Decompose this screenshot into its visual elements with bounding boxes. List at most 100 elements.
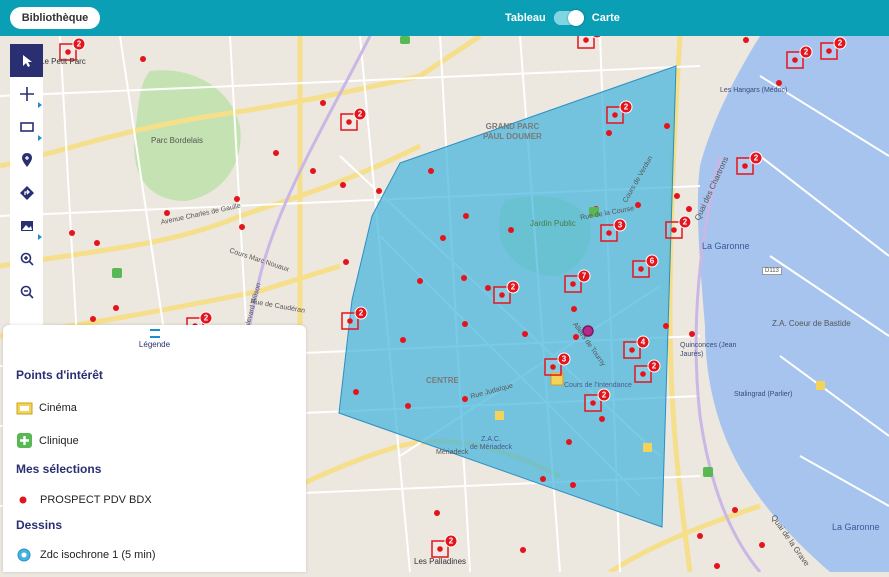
zoom-in-tool[interactable] xyxy=(10,242,43,275)
prospect-point[interactable] xyxy=(405,403,411,409)
cluster-count: 2 xyxy=(359,309,364,318)
prospect-point[interactable] xyxy=(606,130,612,136)
prospect-point[interactable] xyxy=(599,416,605,422)
add-pin-tool[interactable] xyxy=(10,143,43,176)
toggle-label-tableau[interactable]: Tableau xyxy=(505,12,546,24)
prospect-point[interactable] xyxy=(320,100,326,106)
prospect-point[interactable] xyxy=(663,323,669,329)
prospect-point[interactable] xyxy=(234,196,240,202)
prospect-point[interactable] xyxy=(508,227,514,233)
label-la-garonne-2: La Garonne xyxy=(832,522,880,532)
prospect-point[interactable] xyxy=(239,224,245,230)
prospect-point[interactable] xyxy=(69,230,75,236)
legend-item-clinique[interactable]: Clinique xyxy=(16,432,79,449)
prospect-point[interactable] xyxy=(463,213,469,219)
zoom-out-icon xyxy=(20,285,34,299)
prospect-point[interactable] xyxy=(776,80,782,86)
route-icon xyxy=(19,185,34,200)
label-parc-bordelais: Parc Bordelais xyxy=(151,136,204,145)
cinema-poi[interactable] xyxy=(495,411,504,420)
prospect-point[interactable] xyxy=(90,316,96,322)
prospect-point[interactable] xyxy=(140,56,146,62)
prospect-point[interactable] xyxy=(566,439,572,445)
prospect-point[interactable] xyxy=(164,210,170,216)
legend-item-cinema[interactable]: Cinéma xyxy=(16,400,77,415)
switch-knob[interactable] xyxy=(567,10,584,26)
clinic-poi[interactable] xyxy=(703,467,713,477)
label-cours-de-l-intendance: Cours de l'Intendance xyxy=(564,382,632,389)
legend-item-isochrone[interactable]: Zdc isochrone 1 (5 min) xyxy=(16,547,156,563)
prospect-point[interactable] xyxy=(664,123,670,129)
cluster-count: 2 xyxy=(602,391,607,400)
prospect-point[interactable] xyxy=(400,337,406,343)
library-button[interactable]: Bibliothèque xyxy=(10,7,100,29)
prospect-point[interactable] xyxy=(570,482,576,488)
prospect-point[interactable] xyxy=(571,306,577,312)
prospect-point[interactable] xyxy=(340,182,346,188)
label-la-garonne-1: La Garonne xyxy=(702,241,750,251)
prospect-point[interactable] xyxy=(520,547,526,553)
prospect-point[interactable] xyxy=(428,168,434,174)
label-jardin-public: Jardin Public xyxy=(530,219,576,228)
prospect-point[interactable] xyxy=(273,150,279,156)
prospect-point[interactable] xyxy=(113,305,119,311)
prospect-point[interactable] xyxy=(462,396,468,402)
cluster-count: 3 xyxy=(562,355,567,364)
route-tool[interactable] xyxy=(10,176,43,209)
label-meriadeck: Mériadeck xyxy=(436,449,469,456)
label-le-petit-parc: Le Petit Parc xyxy=(40,57,86,66)
toggle-label-carte[interactable]: Carte xyxy=(592,12,620,24)
rectangle-icon xyxy=(19,121,34,132)
prospect-point[interactable] xyxy=(759,542,765,548)
red-dot-icon xyxy=(19,496,27,504)
clinic-icon xyxy=(17,433,32,448)
legend-section-poi: Points d'intérêt xyxy=(16,368,103,382)
cinema-poi[interactable] xyxy=(643,443,652,452)
prospect-point[interactable] xyxy=(689,331,695,337)
prospect-point[interactable] xyxy=(461,275,467,281)
legend-handle-icon xyxy=(149,329,160,338)
label-stalingrad: Stalingrad (Parlier) xyxy=(734,391,793,398)
cinema-icon xyxy=(16,402,33,415)
prospect-point[interactable] xyxy=(310,168,316,174)
prospect-point[interactable] xyxy=(353,389,359,395)
cluster-count: 2 xyxy=(804,48,809,57)
prospect-point[interactable] xyxy=(540,476,546,482)
prospect-point[interactable] xyxy=(743,37,749,43)
prospect-point[interactable] xyxy=(417,278,423,284)
zoom-out-tool[interactable] xyxy=(10,275,43,308)
clinic-poi[interactable] xyxy=(400,36,410,44)
prospect-point[interactable] xyxy=(462,321,468,327)
cluster-count: 2 xyxy=(449,537,454,546)
cinema-poi[interactable] xyxy=(816,381,825,390)
prospect-point[interactable] xyxy=(732,507,738,513)
select-tool[interactable] xyxy=(10,44,43,77)
prospect-point[interactable] xyxy=(434,510,440,516)
prospect-point[interactable] xyxy=(343,259,349,265)
label-zac-meriadeck: Z.A.C. de Mériadeck xyxy=(470,436,513,451)
legend-item-prospect-label: PROSPECT PDV BDX xyxy=(40,494,152,506)
cluster-count: 2 xyxy=(683,218,688,227)
view-toggle[interactable]: Tableau Carte xyxy=(505,8,620,28)
clinic-poi[interactable] xyxy=(112,268,122,278)
rectangle-tool[interactable] xyxy=(10,110,43,143)
legend-item-isochrone-label: Zdc isochrone 1 (5 min) xyxy=(40,549,156,561)
prospect-point[interactable] xyxy=(376,188,382,194)
image-tool[interactable] xyxy=(10,209,43,242)
prospect-point[interactable] xyxy=(485,285,491,291)
prospect-point[interactable] xyxy=(94,240,100,246)
legend-item-prospect[interactable]: PROSPECT PDV BDX xyxy=(16,493,152,507)
prospect-point[interactable] xyxy=(686,206,692,212)
prospect-point[interactable] xyxy=(440,235,446,241)
legend-title: Légende xyxy=(138,340,171,349)
prospect-point[interactable] xyxy=(714,563,720,569)
crosshair-tool[interactable] xyxy=(10,77,43,110)
view-switch[interactable] xyxy=(553,10,584,26)
image-icon xyxy=(20,220,33,231)
label-les-hangars: Les Hangars (Médoc) xyxy=(720,87,788,94)
prospect-point[interactable] xyxy=(635,202,641,208)
prospect-point[interactable] xyxy=(674,193,680,199)
legend-toggle[interactable]: Légende xyxy=(3,329,306,349)
prospect-point[interactable] xyxy=(697,533,703,539)
prospect-point[interactable] xyxy=(522,331,528,337)
